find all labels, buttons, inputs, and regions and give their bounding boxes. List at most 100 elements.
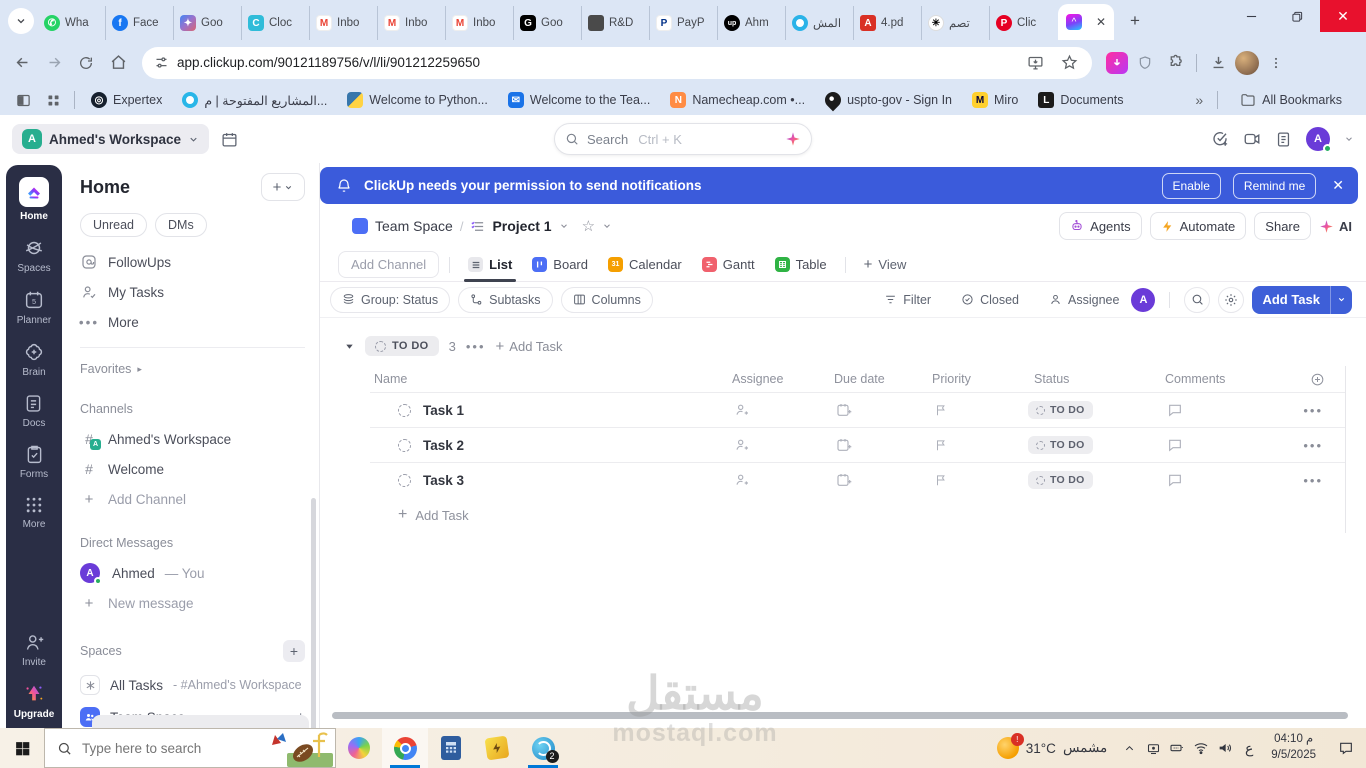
site-info-icon[interactable] <box>154 55 169 70</box>
browser-menu-kebab-icon[interactable] <box>1263 50 1289 76</box>
new-task-check-icon[interactable] <box>1211 130 1229 148</box>
channels-section-header[interactable]: Channels <box>80 402 305 416</box>
browser-tab-paypal[interactable]: P PayP <box>650 6 718 40</box>
browser-tab-inbox-2[interactable]: M Inbo <box>378 6 446 40</box>
rail-item-home[interactable]: Home <box>19 177 49 222</box>
bookmark-uspto[interactable]: uspto-gov - Sign In <box>817 88 960 112</box>
language-indicator[interactable]: ع <box>1237 728 1261 768</box>
comments-cell[interactable] <box>1159 402 1279 418</box>
column-header-priority[interactable]: Priority <box>926 372 1028 386</box>
taskbar-search-box[interactable] <box>44 728 336 768</box>
browser-tab-pdf[interactable]: A 4.pd <box>854 6 922 40</box>
side-panel-icon[interactable] <box>10 87 36 113</box>
filter-button[interactable]: Filter <box>873 287 942 313</box>
subtasks-button[interactable]: Subtasks <box>458 286 553 313</box>
workspace-switcher[interactable]: A Ahmed's Workspace <box>12 124 210 154</box>
bookmark-star-icon[interactable] <box>1056 50 1082 76</box>
columns-button[interactable]: Columns <box>560 286 653 313</box>
browser-tab-clockify[interactable]: C Cloc <box>242 6 310 40</box>
assignee-avatar[interactable]: A <box>1131 287 1156 312</box>
taskbar-clock[interactable]: 04:10 م 9/5/2025 <box>1261 732 1326 763</box>
favorite-star-icon[interactable]: ☆ <box>582 217 595 235</box>
chevron-down-icon[interactable] <box>559 221 569 231</box>
task-row[interactable]: Task 2 TO DO ••• <box>370 427 1345 462</box>
bookmark-documents[interactable]: L Documents <box>1030 88 1131 112</box>
assignee-filter-button[interactable]: Assignee <box>1038 287 1123 313</box>
rail-item-docs[interactable]: Docs <box>23 393 45 429</box>
restore-button[interactable] <box>1274 0 1320 32</box>
sidebar-item-followups[interactable]: FollowUps <box>80 247 305 277</box>
add-channel-view-button[interactable]: Add Channel <box>338 251 440 278</box>
bookmark-python[interactable]: Welcome to Python... <box>339 88 496 112</box>
action-center-icon[interactable] <box>1326 728 1366 768</box>
group-by-button[interactable]: Group: Status <box>330 286 451 313</box>
due-date-cell[interactable] <box>828 472 926 488</box>
tab-board[interactable]: Board <box>524 248 596 281</box>
tab-gantt[interactable]: Gantt <box>694 248 763 281</box>
browser-tab-google-black[interactable]: G Goo <box>514 6 582 40</box>
assignee-cell[interactable] <box>726 402 828 418</box>
task-row[interactable]: Task 3 TO DO ••• <box>370 462 1345 497</box>
forward-icon[interactable] <box>40 49 68 77</box>
volume-icon[interactable] <box>1213 728 1237 768</box>
add-task-dropdown[interactable] <box>1330 285 1352 314</box>
tab-close-icon[interactable]: ✕ <box>1096 15 1106 29</box>
apps-grid-icon[interactable] <box>40 87 66 113</box>
channel-ahmeds-workspace[interactable]: # A Ahmed's Workspace <box>80 424 305 454</box>
remind-me-button[interactable]: Remind me <box>1232 172 1317 199</box>
tab-list[interactable]: List <box>460 248 520 282</box>
chevron-down-icon[interactable] <box>602 221 612 231</box>
notepad-icon[interactable] <box>1275 131 1292 148</box>
cast-screen-icon[interactable] <box>1141 728 1165 768</box>
bookmark-miro[interactable]: M Miro <box>964 88 1026 112</box>
bookmarks-overflow-icon[interactable]: » <box>1195 92 1203 108</box>
status-cell[interactable]: TO DO <box>1028 471 1159 489</box>
wifi-icon[interactable] <box>1189 728 1213 768</box>
rail-item-invite[interactable]: Invite <box>22 632 46 668</box>
status-group-pill[interactable]: TO DO <box>365 336 439 356</box>
rail-item-more[interactable]: More <box>23 495 45 530</box>
filter-dms[interactable]: DMs <box>155 213 207 237</box>
tab-calendar[interactable]: 31 Calendar <box>600 248 690 281</box>
task-menu-icon[interactable]: ••• <box>1279 473 1345 488</box>
task-status-circle-icon[interactable] <box>398 403 411 417</box>
tab-table[interactable]: Table <box>767 248 835 281</box>
bookmark-namecheap[interactable]: N Namecheap.com •... <box>662 88 813 112</box>
collapse-caret-icon[interactable] <box>344 341 355 352</box>
add-space-button[interactable]: + <box>283 640 305 662</box>
browser-tab-google[interactable]: ✦ Goo <box>174 6 242 40</box>
column-header-due-date[interactable]: Due date <box>828 372 926 386</box>
browser-tab-whatsapp[interactable]: ✆ Wha <box>38 6 106 40</box>
browser-tab-clickup-active[interactable]: ^ ✕ <box>1058 4 1114 40</box>
priority-cell[interactable] <box>926 403 1028 417</box>
shield-extension-icon[interactable] <box>1132 50 1158 76</box>
install-app-icon[interactable] <box>1022 50 1048 76</box>
task-row[interactable]: Task 1 TO DO ••• <box>370 392 1345 427</box>
taskbar-calculator-icon[interactable] <box>428 728 474 768</box>
all-bookmarks-button[interactable]: All Bookmarks <box>1232 88 1356 112</box>
breadcrumb-project[interactable]: Project 1 <box>492 218 551 234</box>
task-menu-icon[interactable]: ••• <box>1279 403 1345 418</box>
task-status-circle-icon[interactable] <box>398 473 411 487</box>
add-channel-button[interactable]: + Add Channel <box>80 484 305 514</box>
enable-notifications-button[interactable]: Enable <box>1161 172 1221 199</box>
new-message-button[interactable]: + New message <box>80 588 305 618</box>
add-view-button[interactable]: + View <box>856 248 915 281</box>
column-header-comments[interactable]: Comments <box>1159 372 1279 386</box>
back-icon[interactable] <box>8 49 36 77</box>
list-settings-button[interactable] <box>1218 286 1245 313</box>
due-date-cell[interactable] <box>828 402 926 418</box>
rail-item-brain[interactable]: Brain <box>22 341 46 378</box>
taskbar-search-input[interactable] <box>82 740 232 756</box>
sidebar-item-more[interactable]: ••• More <box>79 307 305 337</box>
new-tab-button[interactable]: + <box>1122 8 1148 34</box>
favorites-section-header[interactable]: Favorites ▸ <box>80 362 305 376</box>
tab-search-chevron-icon[interactable] <box>8 8 34 34</box>
status-cell[interactable]: TO DO <box>1028 436 1159 454</box>
reload-icon[interactable] <box>72 49 100 77</box>
hidden-icons-chevron[interactable] <box>1117 728 1141 768</box>
record-clip-icon[interactable] <box>1243 130 1261 148</box>
browser-tab-almash[interactable]: المش <box>786 6 854 40</box>
list-search-button[interactable] <box>1184 286 1211 313</box>
closed-button[interactable]: Closed <box>950 287 1030 313</box>
